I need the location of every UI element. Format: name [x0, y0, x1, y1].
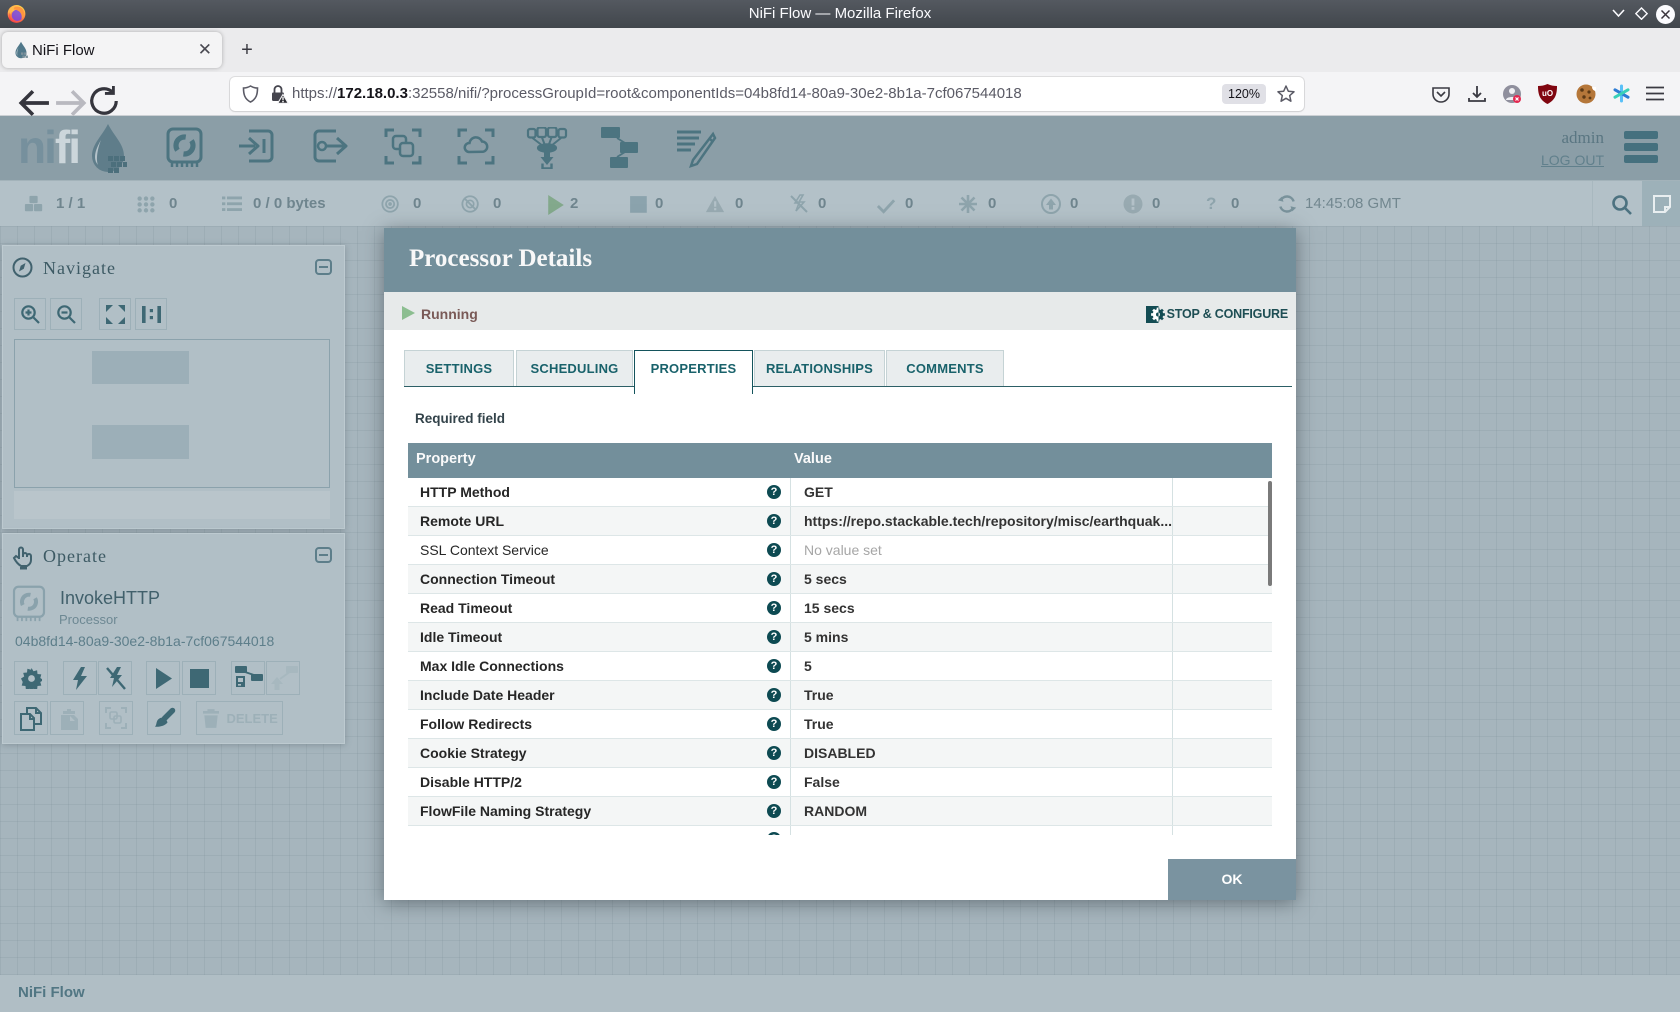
svg-text:uO: uO: [1542, 89, 1553, 98]
